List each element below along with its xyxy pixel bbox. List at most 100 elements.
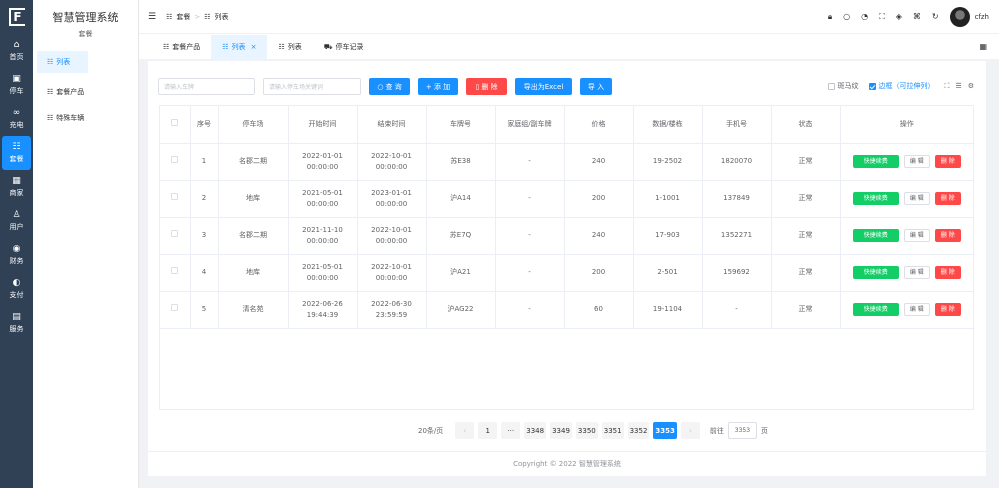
checkbox[interactable] xyxy=(171,118,179,126)
next-page-button[interactable]: › xyxy=(680,422,700,439)
renew-button[interactable]: 快捷续费 xyxy=(852,155,899,168)
delete-row-button[interactable]: 删 除 xyxy=(934,266,961,279)
table-header-row: 序号 停车场 开始时间 结束时间 车牌号 家庭组/副车牌 价格 数据/楼栋 手机… xyxy=(160,106,973,144)
home-icon: ⌂ xyxy=(13,40,20,50)
breadcrumb-item[interactable]: 套餐 xyxy=(176,12,190,22)
submenu-item-package-products[interactable]: ☷ 套餐产品 xyxy=(33,81,138,103)
page-number[interactable]: 3350 xyxy=(575,422,598,439)
checkbox[interactable] xyxy=(171,156,179,163)
edit-button[interactable]: 编 辑 xyxy=(903,229,930,242)
page-number[interactable]: 3353 xyxy=(653,422,677,439)
rail-item[interactable]: ☷ 套餐 xyxy=(2,136,31,170)
rail-item[interactable]: ◉ 财务 xyxy=(0,238,33,272)
cell-unit: 19-2502 xyxy=(633,143,703,181)
cell-price: 200 xyxy=(564,180,634,218)
renew-button[interactable]: 快捷续费 xyxy=(852,192,899,205)
avatar[interactable] xyxy=(949,6,970,27)
delete-row-button[interactable]: 删 除 xyxy=(934,229,961,242)
cell-status: 正常 xyxy=(771,180,841,218)
page-ellipsis[interactable]: ··· xyxy=(501,422,521,439)
export-excel-button[interactable]: 导出为Excel xyxy=(515,78,572,95)
cell-start: 2022-06-26 19:44:39 xyxy=(288,291,358,329)
zebra-toggle[interactable]: 斑马纹 xyxy=(827,81,859,91)
refresh-icon[interactable]: ↻ xyxy=(932,12,939,21)
close-icon[interactable]: × xyxy=(251,43,257,51)
lock-icon[interactable]: 🔒︎ xyxy=(828,12,832,22)
tab-list-active[interactable]: ☷ 列表 × xyxy=(211,35,268,59)
page-size-select[interactable]: 20条/页 xyxy=(418,426,443,436)
delete-row-button[interactable]: 删 除 xyxy=(934,192,961,205)
renew-button[interactable]: 快捷续费 xyxy=(852,303,899,316)
border-toggle[interactable]: 边框（可拉伸列） xyxy=(868,81,935,91)
rail-item[interactable]: ⌂ 首页 xyxy=(0,34,33,68)
rail-item[interactable]: ▦ 商家 xyxy=(0,170,33,204)
main-nav-rail: F ⌂ 首页 ▣ 停车 ∞ 充电 ☷ 套餐 ▦ 商家 ♙ 用户 ◉ 财务 ◐ 支付 ▤ 服务 xyxy=(0,0,33,488)
checkbox[interactable] xyxy=(171,230,179,237)
settings-icon[interactable]: ⚙ xyxy=(968,82,974,90)
cell-phone: 1352271 xyxy=(702,217,772,255)
checkbox[interactable] xyxy=(171,193,179,200)
prev-page-button[interactable]: ‹ xyxy=(455,422,475,439)
submenu-item-special-vehicles[interactable]: ☷ 特殊车辆 xyxy=(33,107,138,129)
cell-unit: 1-1001 xyxy=(633,180,703,218)
bell-icon[interactable]: ◔ xyxy=(861,12,868,21)
fullscreen-icon[interactable]: ⛶ xyxy=(879,12,885,22)
submenu-item-list[interactable]: ☷ 列表 xyxy=(37,51,88,73)
tab-package-products[interactable]: ☷ 套餐产品 xyxy=(152,35,211,59)
rail-item[interactable]: ▤ 服务 xyxy=(0,306,33,340)
rail-item[interactable]: ∞ 充电 xyxy=(0,102,33,136)
page-number[interactable]: 3352 xyxy=(627,422,650,439)
rail-item[interactable]: ♙ 用户 xyxy=(0,204,33,238)
grid-menu-icon[interactable]: ▦ xyxy=(979,42,987,51)
delete-row-button[interactable]: 删 除 xyxy=(934,303,961,316)
rail-item[interactable]: ▣ 停车 xyxy=(0,68,33,102)
cell-price: 240 xyxy=(564,217,634,255)
edit-button[interactable]: 编 辑 xyxy=(903,266,930,279)
top-bar: ☰ ☷ 套餐 > ☷ 列表 🔒︎ ○ ◔ ⛶ ◈ ⌘ ↻ cfzh xyxy=(139,0,999,33)
cell-no: 1 xyxy=(190,143,219,181)
rail-item-label: 首页 xyxy=(9,53,24,61)
cell-end: 2022-10-01 00:00:00 xyxy=(357,217,427,255)
checkbox[interactable] xyxy=(171,304,179,311)
theme-icon[interactable]: ◈ xyxy=(896,12,902,21)
plate-search-input[interactable]: 请输入车牌 xyxy=(158,78,255,95)
edit-button[interactable]: 编 辑 xyxy=(903,303,930,316)
sidebar-toggle-icon[interactable]: ☰ xyxy=(148,12,156,22)
fullscreen-icon[interactable]: ⛶ xyxy=(945,82,950,91)
delete-button[interactable]: ▯ 删 除 xyxy=(466,78,507,95)
table-row: 1 名郡二期 2022-01-01 00:00:00 2022-10-01 00:00… xyxy=(160,143,973,181)
table-row: 3 名郡二期 2021-11-10 00:00:00 2022-10-01 00:00… xyxy=(160,217,973,255)
breadcrumb: ☷ 套餐 > ☷ 列表 xyxy=(166,12,228,22)
page-number[interactable]: 3349 xyxy=(550,422,572,439)
renew-button[interactable]: 快捷续费 xyxy=(852,266,899,279)
add-button[interactable]: + 添 加 xyxy=(418,78,458,95)
column-header: 停车场 xyxy=(218,106,289,144)
username[interactable]: cfzh xyxy=(975,13,989,21)
page-number[interactable]: 1 xyxy=(478,422,498,439)
goto-page-input[interactable]: 3353 xyxy=(727,422,757,439)
tab-parking-records[interactable]: ⛟ 停车记录 xyxy=(313,35,375,59)
columns-icon[interactable]: ☰ xyxy=(955,82,961,90)
search-icon[interactable]: ○ xyxy=(843,12,850,21)
row-select-cell xyxy=(160,254,191,292)
delete-row-button[interactable]: 删 除 xyxy=(934,155,961,168)
page-number[interactable]: 3351 xyxy=(601,422,624,439)
page-number[interactable]: 3348 xyxy=(524,422,547,439)
rail-item[interactable]: ◐ 支付 xyxy=(0,272,33,306)
import-button[interactable]: 导 入 xyxy=(580,78,612,95)
edit-button[interactable]: 编 辑 xyxy=(903,155,930,168)
lot-keyword-input[interactable]: 请输入停车场关键词 xyxy=(263,78,361,95)
search-button[interactable]: ○ 查 询 xyxy=(369,78,410,95)
tab-list[interactable]: ☷ 列表 xyxy=(267,35,312,59)
edit-button[interactable]: 编 辑 xyxy=(903,192,930,205)
cell-end: 2022-10-01 00:00:00 xyxy=(357,143,427,181)
app-root: F ⌂ 首页 ▣ 停车 ∞ 充电 ☷ 套餐 ▦ 商家 ♙ 用户 ◉ 财务 ◐ 支付 ▤ 服务 智慧管理系统 套餐 … xyxy=(0,0,999,488)
renew-button[interactable]: 快捷续费 xyxy=(852,229,899,242)
select-all-cell[interactable] xyxy=(160,106,191,144)
cell-family: - xyxy=(495,217,565,255)
checkbox[interactable] xyxy=(171,267,179,274)
cell-price: 240 xyxy=(564,143,634,181)
cell-end: 2022-10-01 00:00:00 xyxy=(357,254,427,292)
merchant-icon: ▦ xyxy=(12,176,21,186)
translate-icon[interactable]: ⌘ xyxy=(913,12,921,21)
